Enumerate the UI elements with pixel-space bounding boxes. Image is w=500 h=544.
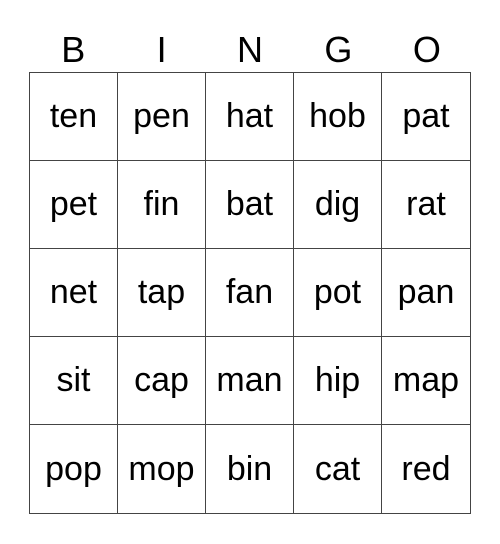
bingo-cell: hip: [294, 337, 382, 425]
bingo-cell: pot: [294, 249, 382, 337]
bingo-cell: cat: [294, 425, 382, 513]
bingo-grid: ten pen hat hob pat pet fin bat dig rat net tap fan p…: [29, 72, 471, 514]
bingo-cell: dig: [294, 161, 382, 249]
bingo-cell: bin: [206, 425, 294, 513]
bingo-cell: hat: [206, 73, 294, 161]
bingo-cell: pop: [30, 425, 118, 513]
bingo-cell: pen: [118, 73, 206, 161]
bingo-cell: mop: [118, 425, 206, 513]
bingo-cell: red: [401, 449, 451, 488]
bingo-cell: ten: [30, 73, 118, 161]
header-letter-b: B: [61, 29, 86, 70]
bingo-cell: fin: [118, 161, 206, 249]
bingo-cell: fan: [206, 249, 294, 337]
bingo-header: B I N G O: [29, 28, 471, 72]
bingo-cell: cap: [118, 337, 206, 425]
bingo-cell: tap: [118, 249, 206, 337]
header-letter-o: O: [412, 29, 441, 70]
bingo-cell: pan: [382, 249, 470, 337]
bingo-cell: hob: [294, 73, 382, 161]
header-letter-i: I: [156, 29, 167, 70]
bingo-cell: sit: [30, 337, 118, 425]
bingo-cell: rat: [382, 161, 470, 249]
bingo-cell: bat: [206, 161, 294, 249]
bingo-cell: man: [206, 337, 294, 425]
bingo-cell: pat: [382, 73, 470, 161]
header-letter-g: G: [324, 29, 353, 70]
bingo-cell: map: [382, 337, 470, 425]
header-letter-n: N: [237, 29, 264, 70]
bingo-cell: net: [30, 249, 118, 337]
bingo-cell: pet: [30, 161, 118, 249]
